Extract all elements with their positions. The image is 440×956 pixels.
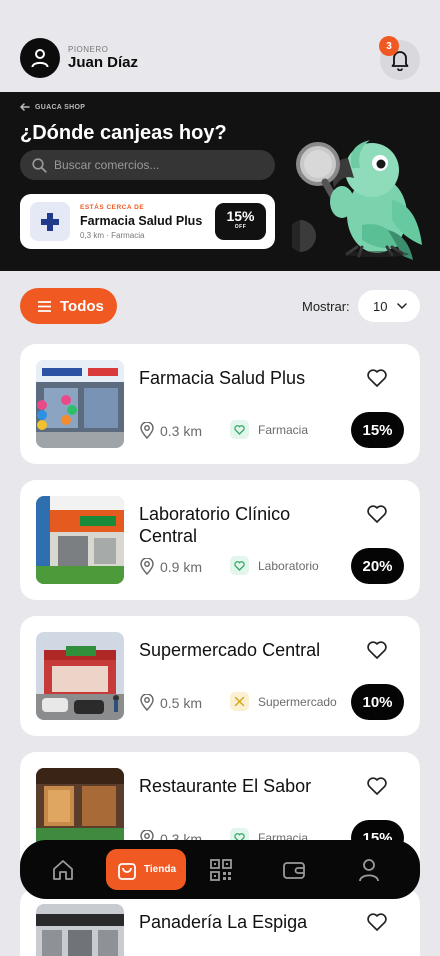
menu-icon	[38, 300, 51, 312]
store-category-label: Farmacia	[258, 422, 309, 437]
store-discount-badge: 20%	[351, 548, 404, 584]
store-distance-value: 0.5 km	[160, 694, 203, 711]
arrow-left-icon	[20, 103, 30, 111]
location-pin-icon	[140, 422, 154, 439]
search-icon	[32, 157, 47, 173]
store-card[interactable]: Laboratorio Clínico Central 0.9 km Labor…	[20, 480, 420, 600]
chevron-down-icon	[397, 303, 408, 309]
store-card[interactable]: Farmacia Salud Plus 0.3 km Farmacia 15%	[20, 344, 420, 464]
nearby-store-meta: 0,3 km · Farmacia	[80, 231, 145, 240]
nearby-kicker: ESTÁS CERCA DE	[80, 204, 145, 211]
nav-home[interactable]	[42, 849, 84, 890]
shopping-bag-icon	[118, 862, 136, 880]
home-icon	[53, 859, 73, 880]
nearby-off-label: OFF	[234, 224, 247, 230]
store-distance: 0.5 km	[140, 694, 202, 711]
bottom-navigation: Tienda	[20, 840, 420, 899]
store-thumbnail	[36, 632, 124, 720]
heart-outline-icon[interactable]	[366, 911, 388, 933]
store-thumbnail	[36, 904, 124, 956]
nav-shop-label: Tienda	[143, 864, 177, 875]
heart-outline-icon[interactable]	[366, 775, 388, 797]
store-category-label: Laboratorio	[258, 558, 319, 573]
store-distance: 0.3 km	[140, 422, 202, 439]
nav-wallet[interactable]	[273, 849, 315, 890]
heart-icon	[230, 556, 249, 575]
user-rank: PIONERO	[68, 45, 109, 54]
category-filter-label: Todos	[60, 297, 104, 315]
avatar[interactable]	[20, 38, 60, 78]
user-name: Juan Díaz	[68, 54, 139, 71]
nav-qr[interactable]	[200, 849, 242, 890]
pharmacy-cross-icon	[30, 202, 70, 241]
store-name: Panadería La Espiga	[139, 912, 308, 932]
store-discount-badge: 10%	[351, 684, 404, 720]
category-filter-button[interactable]: Todos	[20, 288, 117, 324]
store-thumbnail	[36, 360, 124, 448]
nearby-discount-value: 15%	[226, 208, 255, 224]
nearby-store-name: Farmacia Salud Plus	[80, 214, 203, 228]
breadcrumb[interactable]: GUACA SHOP	[20, 103, 85, 111]
store-card[interactable]: Supermercado Central 0.5 km Supermercado…	[20, 616, 420, 736]
app-header: PIONERO Juan Díaz 3	[0, 0, 440, 92]
store-thumbnail	[36, 496, 124, 584]
nav-shop[interactable]: Tienda	[106, 849, 186, 890]
search-bar[interactable]	[20, 150, 275, 180]
store-category: Supermercado	[230, 692, 337, 711]
qr-code-icon	[210, 858, 232, 881]
location-pin-icon	[140, 694, 154, 711]
user-icon	[31, 49, 49, 68]
store-name: Farmacia Salud Plus	[139, 368, 306, 388]
store-category-label: Supermercado	[258, 694, 337, 709]
store-distance-value: 0.3 km	[160, 422, 203, 439]
nav-profile[interactable]	[348, 849, 390, 890]
store-distance: 0.9 km	[140, 558, 202, 575]
utensils-icon	[230, 692, 249, 711]
wallet-icon	[283, 861, 305, 879]
heart-icon	[230, 420, 249, 439]
parrot-mascot-illustration	[292, 140, 422, 260]
store-category: Farmacia	[230, 420, 308, 439]
show-count-select[interactable]: 10	[358, 290, 420, 322]
heart-outline-icon[interactable]	[366, 367, 388, 389]
store-name: Supermercado Central	[139, 640, 321, 660]
location-pin-icon	[140, 558, 154, 575]
show-count-value: 10	[373, 298, 388, 314]
breadcrumb-label: GUACA SHOP	[35, 103, 86, 111]
store-discount-badge: 15%	[351, 412, 404, 448]
nearby-store-card[interactable]: ESTÁS CERCA DE Farmacia Salud Plus 0,3 k…	[20, 194, 275, 249]
user-icon	[359, 858, 379, 881]
heart-outline-icon[interactable]	[366, 639, 388, 661]
page-title: ¿Dónde canjeas hoy?	[20, 122, 227, 144]
hero-banner: GUACA SHOP ¿Dónde canjeas hoy? ESTÁS CER…	[0, 92, 440, 271]
notification-count-badge: 3	[379, 36, 399, 56]
store-name: Laboratorio Clínico Central	[139, 504, 291, 546]
nearby-discount-badge: 15% OFF	[215, 203, 266, 240]
store-category: Laboratorio	[230, 556, 319, 575]
store-distance-value: 0.9 km	[160, 558, 203, 575]
show-count-label: Mostrar:	[302, 299, 350, 314]
heart-outline-icon[interactable]	[366, 503, 388, 525]
store-name: Restaurante El Sabor	[139, 776, 312, 796]
search-input[interactable]	[54, 158, 254, 172]
